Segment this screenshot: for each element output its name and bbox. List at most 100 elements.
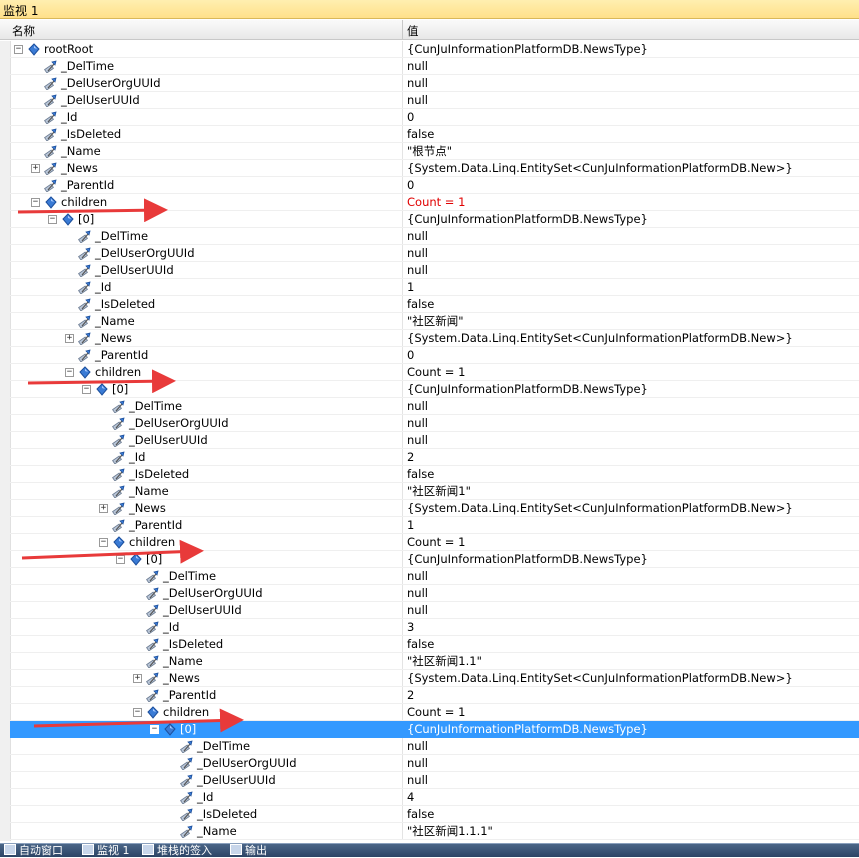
name-cell[interactable]: − [0]	[10, 721, 402, 738]
value-cell[interactable]: "根节点"	[407, 143, 857, 160]
name-cell[interactable]: _ParentId	[10, 347, 402, 364]
tree-row[interactable]: − [0] {CunJuInformationPlatformDB.NewsType…	[10, 551, 859, 568]
tree-row[interactable]: _IsDeleted false	[10, 466, 859, 483]
name-cell[interactable]: _Name	[10, 653, 402, 670]
tree-row[interactable]: _Name "社区新闻"	[10, 313, 859, 330]
value-cell[interactable]: null	[407, 602, 857, 619]
expand-icon[interactable]: +	[65, 334, 74, 343]
tree-row[interactable]: _DelTime null	[10, 228, 859, 245]
name-cell[interactable]: _DelUserUUId	[10, 772, 402, 789]
name-cell[interactable]: _DelTime	[10, 738, 402, 755]
value-cell[interactable]: false	[407, 296, 857, 313]
value-cell[interactable]: {System.Data.Linq.EntitySet<CunJuInforma…	[407, 670, 857, 687]
name-cell[interactable]: − [0]	[10, 211, 402, 228]
watch-window-titlebar[interactable]: 监视 1	[0, 0, 859, 19]
value-cell[interactable]: {CunJuInformationPlatformDB.NewsType}	[407, 211, 857, 228]
name-cell[interactable]: _Name	[10, 143, 402, 160]
tree-row[interactable]: _Id 3	[10, 619, 859, 636]
tab-watch-1[interactable]: 监视 1	[82, 844, 130, 858]
value-cell[interactable]: null	[407, 585, 857, 602]
tree-row[interactable]: + _News {System.Data.Linq.EntitySet<CunJuI…	[10, 670, 859, 687]
name-cell[interactable]: _ParentId	[10, 517, 402, 534]
name-cell[interactable]: _Id	[10, 279, 402, 296]
name-cell[interactable]: _DelTime	[10, 398, 402, 415]
tree-row[interactable]: _ParentId 0	[10, 177, 859, 194]
collapse-icon[interactable]: −	[82, 385, 91, 394]
name-cell[interactable]: + _News	[10, 160, 402, 177]
name-cell[interactable]: _IsDeleted	[10, 296, 402, 313]
column-divider[interactable]	[402, 20, 403, 40]
value-cell[interactable]: false	[407, 636, 857, 653]
tree-row[interactable]: − [0] {CunJuInformationPlatformDB.NewsType…	[10, 381, 859, 398]
tree-row[interactable]: − [0] {CunJuInformationPlatformDB.NewsType…	[10, 211, 859, 228]
tree-row[interactable]: − children Count = 1	[10, 364, 859, 381]
tree-row[interactable]: _Name "社区新闻1.1"	[10, 653, 859, 670]
value-cell[interactable]: 3	[407, 619, 857, 636]
name-cell[interactable]: _DelUserUUId	[10, 262, 402, 279]
value-cell[interactable]: null	[407, 432, 857, 449]
tree-row[interactable]: _IsDeleted false	[10, 636, 859, 653]
name-cell[interactable]: _Name	[10, 823, 402, 840]
value-cell[interactable]: null	[407, 262, 857, 279]
value-cell[interactable]: null	[407, 245, 857, 262]
name-cell[interactable]: _DelUserOrgUUId	[10, 245, 402, 262]
tree-row[interactable]: _DelUserOrgUUId null	[10, 755, 859, 772]
value-cell[interactable]: 4	[407, 789, 857, 806]
column-header-name[interactable]: 名称	[12, 23, 35, 39]
tree-row[interactable]: _DelTime null	[10, 398, 859, 415]
value-cell[interactable]: 2	[407, 449, 857, 466]
name-cell[interactable]: _IsDeleted	[10, 806, 402, 823]
name-cell[interactable]: _IsDeleted	[10, 466, 402, 483]
value-cell[interactable]: null	[407, 755, 857, 772]
name-cell[interactable]: _DelUserOrgUUId	[10, 75, 402, 92]
name-cell[interactable]: + _News	[10, 670, 402, 687]
tree-row[interactable]: _ParentId 1	[10, 517, 859, 534]
value-cell[interactable]: null	[407, 75, 857, 92]
value-cell[interactable]: {System.Data.Linq.EntitySet<CunJuInforma…	[407, 160, 857, 177]
value-cell[interactable]: "社区新闻1.1.1"	[407, 823, 857, 840]
name-cell[interactable]: − children	[10, 704, 402, 721]
tree-row[interactable]: _DelTime null	[10, 568, 859, 585]
value-cell[interactable]: null	[407, 772, 857, 789]
name-cell[interactable]: _DelTime	[10, 228, 402, 245]
name-cell[interactable]: _DelUserUUId	[10, 432, 402, 449]
expand-icon[interactable]: +	[99, 504, 108, 513]
name-cell[interactable]: − [0]	[10, 381, 402, 398]
tree-row[interactable]: _IsDeleted false	[10, 296, 859, 313]
name-cell[interactable]: _IsDeleted	[10, 636, 402, 653]
tree-row[interactable]: _Id 2	[10, 449, 859, 466]
value-cell[interactable]: false	[407, 806, 857, 823]
value-cell[interactable]: Count = 1	[407, 194, 857, 211]
value-cell[interactable]: {CunJuInformationPlatformDB.NewsType}	[407, 551, 857, 568]
expand-icon[interactable]: +	[133, 674, 142, 683]
value-cell[interactable]: 1	[407, 279, 857, 296]
collapse-icon[interactable]: −	[65, 368, 74, 377]
column-header-value[interactable]: 值	[407, 23, 419, 39]
value-cell[interactable]: 0	[407, 109, 857, 126]
value-cell[interactable]: Count = 1	[407, 534, 857, 551]
value-cell[interactable]: null	[407, 92, 857, 109]
name-cell[interactable]: − rootRoot	[10, 41, 402, 58]
value-cell[interactable]: {CunJuInformationPlatformDB.NewsType}	[407, 721, 857, 738]
collapse-icon[interactable]: −	[14, 45, 23, 54]
name-cell[interactable]: − children	[10, 194, 402, 211]
tree-row[interactable]: _DelUserOrgUUId null	[10, 415, 859, 432]
name-cell[interactable]: _DelUserUUId	[10, 602, 402, 619]
name-cell[interactable]: + _News	[10, 500, 402, 517]
value-cell[interactable]: "社区新闻1"	[407, 483, 857, 500]
tree-row[interactable]: _DelUserUUId null	[10, 432, 859, 449]
tree-row[interactable]: _Id 1	[10, 279, 859, 296]
name-cell[interactable]: _Id	[10, 109, 402, 126]
tree-row[interactable]: − [0] {CunJuInformationPlatformDB.NewsType…	[10, 721, 859, 738]
value-cell[interactable]: false	[407, 466, 857, 483]
tree-row[interactable]: + _News {System.Data.Linq.EntitySet<CunJuI…	[10, 500, 859, 517]
tree-row[interactable]: _Name "根节点"	[10, 143, 859, 160]
collapse-icon[interactable]: −	[150, 725, 159, 734]
name-cell[interactable]: _DelTime	[10, 568, 402, 585]
value-cell[interactable]: "社区新闻1.1"	[407, 653, 857, 670]
tab-autos[interactable]: 自动窗口	[4, 844, 63, 858]
name-cell[interactable]: _ParentId	[10, 687, 402, 704]
value-cell[interactable]: false	[407, 126, 857, 143]
value-cell[interactable]: 0	[407, 177, 857, 194]
value-cell[interactable]: 2	[407, 687, 857, 704]
